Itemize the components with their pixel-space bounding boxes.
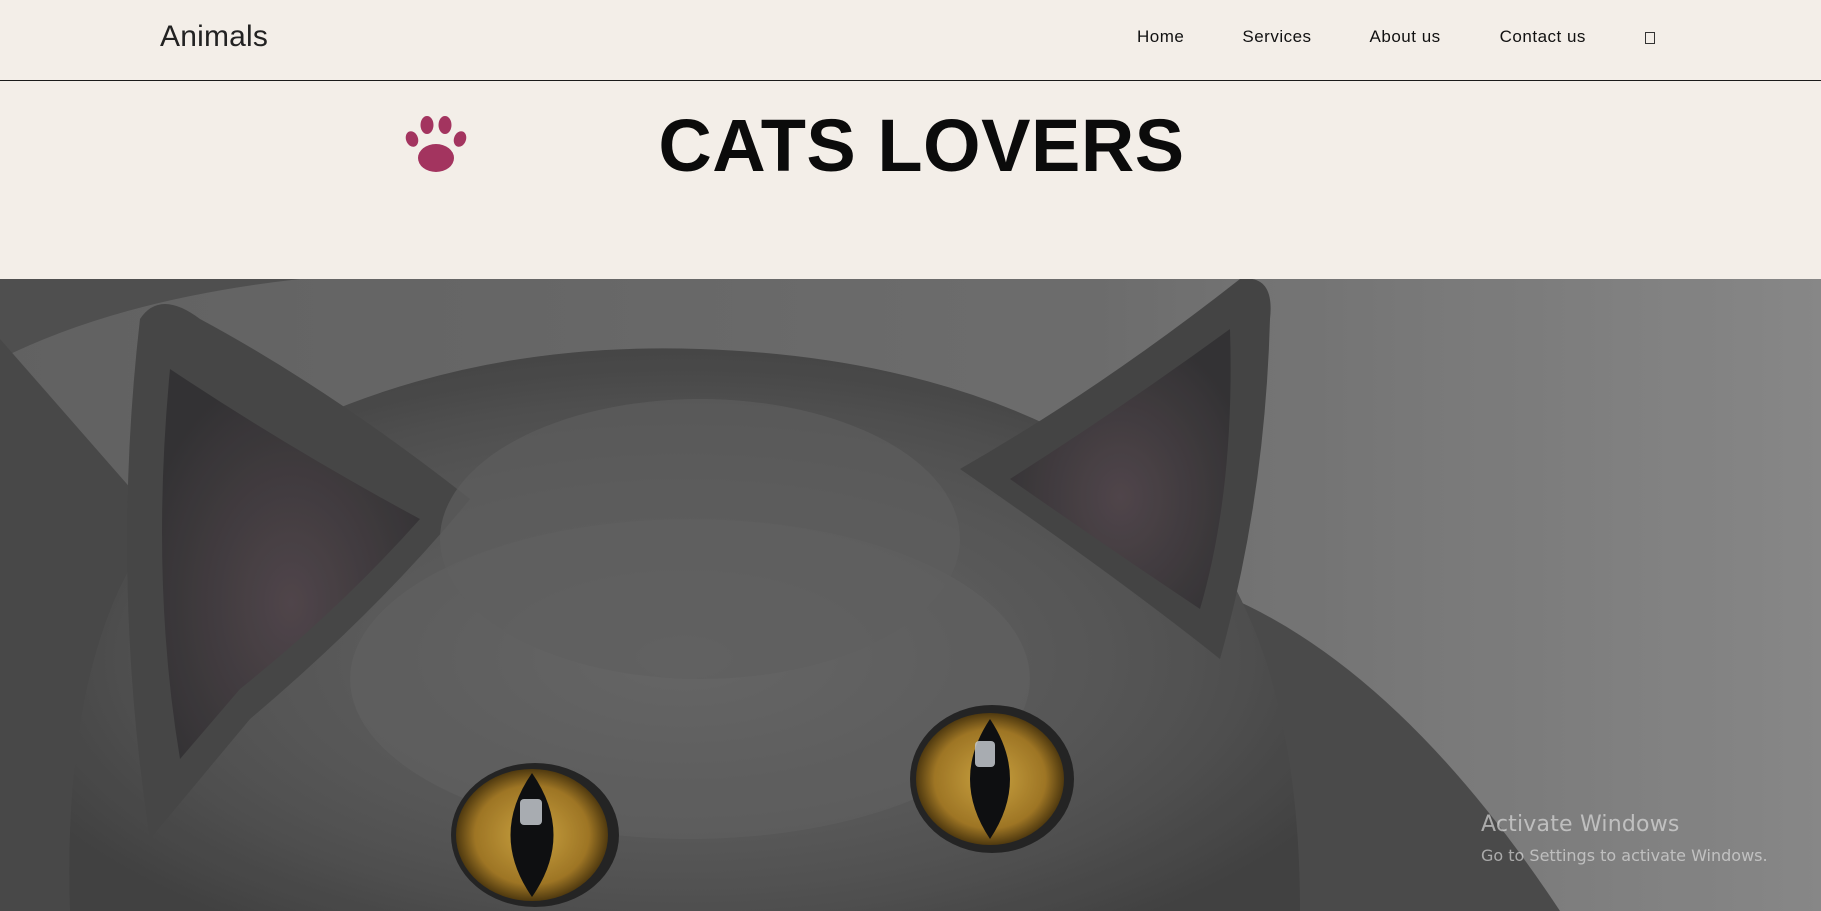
top-navbar: Animals Home Services About us Contact u… [0, 0, 1821, 81]
nav-link-home[interactable]: Home [1137, 27, 1184, 47]
watermark-title: Activate Windows [1481, 812, 1680, 837]
page-title: CATS LOVERS [658, 104, 1185, 187]
search-icon[interactable] [1644, 32, 1655, 44]
watermark-subtitle: Go to Settings to activate Windows. [1481, 846, 1768, 865]
nav-link-contact-us[interactable]: Contact us [1500, 27, 1586, 47]
main-nav: Home Services About us Contact us [1137, 27, 1655, 47]
nav-link-services[interactable]: Services [1242, 27, 1311, 47]
windows-activation-watermark: Activate Windows Go to Settings to activ… [1481, 812, 1768, 865]
nav-link-about-us[interactable]: About us [1370, 27, 1441, 47]
brand-logo-text[interactable]: Animals [160, 20, 268, 54]
